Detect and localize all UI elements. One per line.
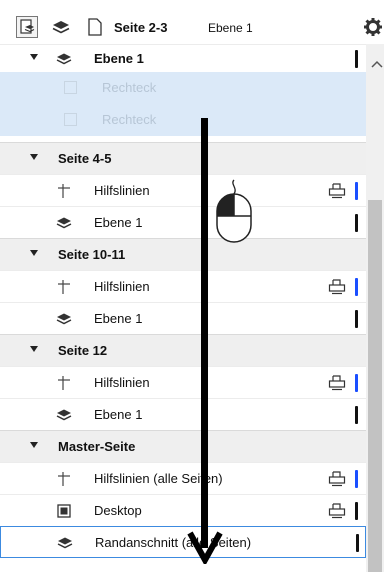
object-thumbnail-icon [64, 113, 77, 126]
page-header-label: Seite 4-5 [58, 151, 112, 166]
guides-icon [56, 472, 72, 486]
collapse-caret-icon[interactable] [30, 54, 38, 60]
layers-icon [56, 216, 72, 230]
page-title: Seite 2-3 [114, 20, 168, 35]
list-item-label: Ebene 1 [94, 311, 143, 326]
collapse-caret-icon[interactable] [30, 346, 38, 352]
page-header-row[interactable]: Master-Seite [0, 430, 366, 462]
page-header-label: Master-Seite [58, 439, 136, 454]
selected-object-row[interactable]: Rechteck [0, 72, 366, 104]
layers-icon[interactable] [50, 16, 72, 38]
list-item-label: Desktop [94, 503, 142, 518]
object-thumbnail-icon [64, 81, 77, 94]
layers-icon [57, 536, 73, 550]
layer-color-bar [355, 310, 358, 328]
list-item[interactable]: Ebene 1 [0, 206, 366, 238]
page-header-row[interactable]: Seite 12 [0, 334, 366, 366]
page-header-label: Seite 12 [58, 343, 108, 358]
collapse-caret-icon[interactable] [30, 250, 38, 256]
list-item[interactable]: Ebene 1 [0, 398, 366, 430]
guides-icon [56, 280, 72, 294]
guides-icon [56, 376, 72, 390]
layer-color-bar [355, 182, 358, 200]
gear-icon[interactable] [362, 17, 384, 40]
list-item-label: Randanschnitt (alle Seiten) [95, 535, 252, 550]
list-item-label: Ebene 1 [94, 407, 143, 422]
mouse-icon [214, 178, 254, 249]
layer-color-bar [355, 278, 358, 296]
list-item[interactable]: Ebene 1 [0, 44, 366, 72]
list-item[interactable]: Randanschnitt (alle Seiten) [0, 526, 366, 558]
page-header-row[interactable]: Seite 10-11 [0, 238, 366, 270]
page-icon[interactable] [84, 16, 106, 38]
layer-color-bar [356, 534, 359, 552]
page-layers-icon[interactable] [16, 16, 38, 38]
list-item[interactable]: Hilfslinien [0, 366, 366, 398]
list-item-label: Ebene 1 [94, 215, 143, 230]
list-item-label: Rechteck [102, 112, 157, 127]
desktop-icon [56, 504, 72, 518]
drag-arrow-shaft [201, 118, 208, 548]
printer-icon[interactable] [328, 279, 346, 298]
collapse-caret-icon[interactable] [30, 442, 38, 448]
layers-icon [56, 312, 72, 326]
printer-icon[interactable] [328, 375, 346, 394]
list-item-label: Hilfslinien [94, 279, 150, 294]
list-item-label: Hilfslinien [94, 375, 150, 390]
layer-color-bar [355, 374, 358, 392]
selected-object-row[interactable]: Rechteck [0, 104, 366, 136]
layers-icon [56, 408, 72, 422]
active-layer-name: Ebene 1 [208, 21, 253, 35]
list-item[interactable]: Hilfslinien [0, 270, 366, 302]
list-item[interactable]: Hilfslinien (alle Seiten) [0, 462, 366, 494]
scroll-up-icon[interactable] [371, 56, 383, 71]
layer-color-bar [355, 470, 358, 488]
layer-color-bar [355, 406, 358, 424]
collapse-caret-icon[interactable] [30, 154, 38, 160]
list-item-label: Hilfslinien [94, 183, 150, 198]
printer-icon[interactable] [328, 503, 346, 522]
drag-arrow-head [187, 530, 223, 567]
printer-icon[interactable] [328, 183, 346, 202]
page-header-row[interactable]: Seite 4-5 [0, 142, 366, 174]
list-item[interactable]: Desktop [0, 494, 366, 526]
list-item-label: Ebene 1 [94, 51, 144, 66]
page-header-label: Seite 10-11 [58, 247, 126, 262]
printer-icon[interactable] [328, 471, 346, 490]
list-item[interactable]: Hilfslinien [0, 174, 366, 206]
layers-icon [56, 52, 72, 66]
layer-color-bar [355, 502, 358, 520]
list-item[interactable]: Ebene 1 [0, 302, 366, 334]
guides-icon [56, 184, 72, 198]
list-item-label: Rechteck [102, 80, 157, 95]
object-manager-list: Ebene 1 Rechteck Rechteck Seite 4-5 Hilf… [0, 44, 366, 572]
layer-color-bar [355, 214, 358, 232]
scrollbar-thumb[interactable] [368, 200, 382, 572]
layer-color-bar [355, 50, 358, 68]
